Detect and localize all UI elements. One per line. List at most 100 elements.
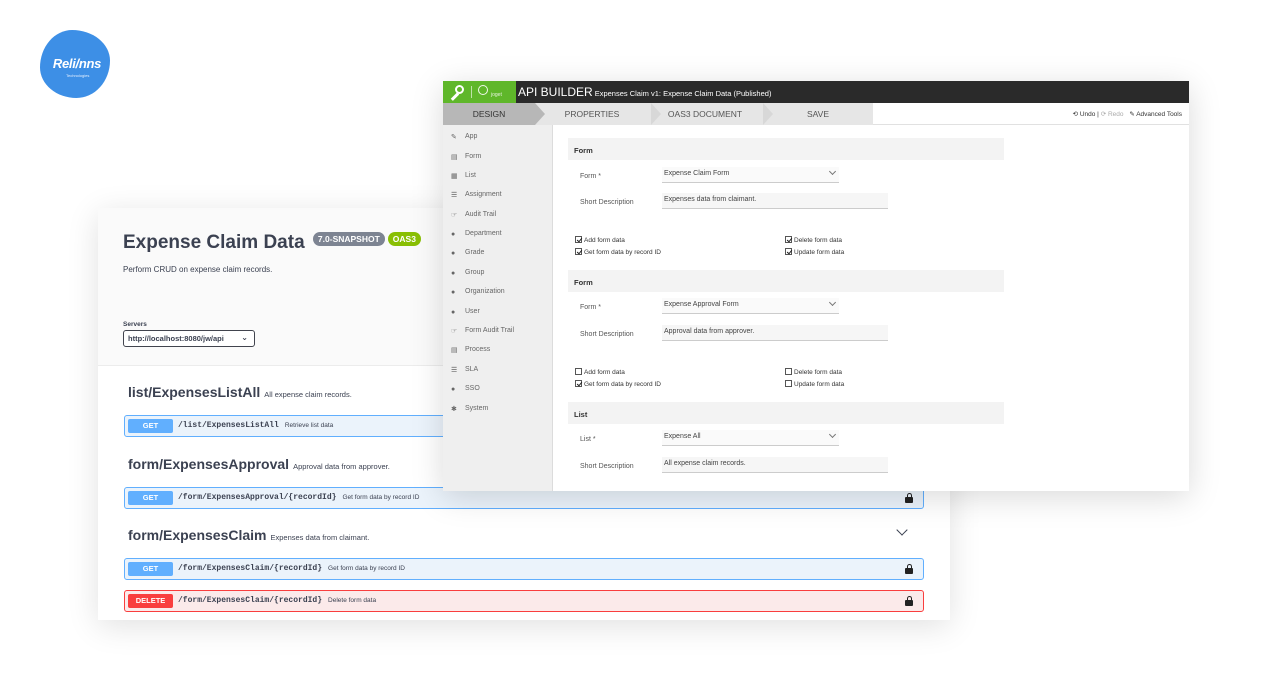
- list-icon: ☰: [451, 192, 458, 199]
- checkbox-box: [575, 380, 582, 387]
- checkbox-add-form-data[interactable]: Add form data: [575, 236, 625, 245]
- form-select[interactable]: Expense Approval Form: [662, 298, 839, 314]
- tab-design[interactable]: DESIGN: [443, 103, 535, 125]
- redo-icon[interactable]: ⟳: [1101, 111, 1106, 118]
- checkbox-update-form-data[interactable]: Update form data: [785, 380, 844, 389]
- section-description: All expense claim records.: [264, 390, 352, 399]
- section-form-expenses-approval[interactable]: form/ExpensesApproval Approval data from …: [128, 456, 390, 472]
- sidebar-item-assignment[interactable]: ☰ Assignment: [451, 189, 502, 201]
- lock-icon[interactable]: [905, 596, 913, 606]
- sidebar-item-list[interactable]: ▦ List: [451, 170, 476, 182]
- sidebar-item-audit-trail[interactable]: ☞ Audit Trail: [451, 209, 496, 221]
- sidebar-item-organization[interactable]: ● Organization: [451, 286, 505, 298]
- users-icon: ●: [451, 250, 456, 257]
- checkbox-label: Add form data: [584, 369, 625, 376]
- checkbox-delete-form-data[interactable]: Delete form data: [785, 236, 842, 245]
- api-builder-window: joget API BUILDER Expenses Claim v1: Expe…: [443, 81, 1189, 491]
- builder-main: Form Form * Expense Claim Form Short Des…: [553, 125, 1189, 491]
- sidebar-item-label: Organization: [465, 288, 505, 295]
- tab-save[interactable]: SAVE: [773, 103, 863, 125]
- short-description-input[interactable]: Approval data from approver.: [662, 325, 888, 341]
- api-title-text: Expense Claim Data: [123, 232, 305, 253]
- checkbox-box: [785, 380, 792, 387]
- short-description-label: Short Description: [580, 199, 634, 206]
- chevron-down-icon: [828, 167, 837, 176]
- panel-header-list: List: [568, 402, 1004, 424]
- user-icon: ●: [451, 309, 456, 316]
- tab-arrow: [763, 103, 773, 125]
- operation-summary: Get form data by record ID: [342, 494, 420, 501]
- undo-icon[interactable]: ⟲: [1073, 111, 1078, 118]
- section-description: Approval data from approver.: [293, 462, 390, 471]
- section-name: list/ExpensesListAll: [128, 384, 261, 400]
- sidebar-item-label: Group: [465, 269, 485, 276]
- actions-divider: |: [1097, 111, 1099, 118]
- list-icon: ☰: [451, 367, 458, 374]
- operation-summary: Get form data by record ID: [328, 565, 405, 572]
- file-icon: ▤: [451, 154, 458, 161]
- operation-get-form-expenses-claim[interactable]: GET /form/ExpensesClaim/{recordId} Get fo…: [124, 558, 924, 580]
- undo-button[interactable]: Undo: [1080, 111, 1096, 118]
- sidebar-item-sla[interactable]: ☰ SLA: [451, 364, 478, 376]
- tab-properties[interactable]: PROPERTIES: [546, 103, 638, 125]
- servers-label: Servers: [123, 321, 147, 328]
- checkbox-add-form-data[interactable]: Add form data: [575, 368, 625, 377]
- wrench-icon[interactable]: ✎: [1129, 111, 1134, 118]
- list-select-label: List *: [580, 436, 596, 443]
- sidebar-item-department[interactable]: ● Department: [451, 228, 502, 240]
- checkbox-label: Get form data by record ID: [584, 249, 661, 256]
- list-select[interactable]: Expense All: [662, 430, 839, 446]
- server-select[interactable]: http://localhost:8080/jw/api ⌄: [123, 330, 255, 347]
- logo-divider: [471, 86, 472, 98]
- operation-path: /form/ExpensesApproval/{recordId} Get for…: [178, 493, 419, 502]
- chevron-down-icon[interactable]: [896, 524, 908, 536]
- pointer-icon: ☞: [451, 212, 458, 219]
- sidebar-item-sso[interactable]: ● SSO: [451, 383, 480, 395]
- lock-icon[interactable]: [905, 493, 913, 503]
- sidebar-item-form[interactable]: ▤ Form: [451, 151, 481, 163]
- section-form-expenses-claim[interactable]: form/ExpensesClaim Expenses data from cla…: [128, 527, 369, 543]
- sidebar-item-label: SLA: [465, 366, 479, 373]
- tab-arrow: [535, 103, 545, 125]
- lock-icon[interactable]: [905, 564, 913, 574]
- builder-nav: DESIGN PROPERTIES OAS3 DOCUMENT SAVE ⟲ U…: [443, 103, 1189, 125]
- section-name: form/ExpensesApproval: [128, 456, 290, 472]
- chevron-down-icon: [828, 298, 837, 307]
- short-description-input[interactable]: Expenses data from claimant.: [662, 193, 888, 209]
- checkbox-delete-form-data[interactable]: Delete form data: [785, 368, 842, 377]
- builder-logo[interactable]: joget: [443, 81, 516, 103]
- sidebar-item-label: Grade: [465, 249, 485, 256]
- checkbox-box: [785, 236, 792, 243]
- advanced-tools-button[interactable]: Advanced Tools: [1136, 111, 1182, 118]
- form-select-label: Form *: [580, 173, 601, 180]
- short-description-label: Short Description: [580, 463, 634, 470]
- tab-oas3-document[interactable]: OAS3 DOCUMENT: [653, 103, 757, 125]
- checkbox-update-form-data[interactable]: Update form data: [785, 248, 844, 257]
- checkbox-label: Update form data: [794, 381, 845, 388]
- sidebar-item-grade[interactable]: ● Grade: [451, 247, 484, 259]
- redo-button[interactable]: Redo: [1108, 111, 1124, 118]
- checkbox-box: [785, 368, 792, 375]
- sidebar-item-process[interactable]: ▤ Process: [451, 344, 490, 356]
- sidebar-item-system[interactable]: ✱ System: [451, 403, 488, 415]
- user-icon: ●: [451, 386, 456, 393]
- file-icon: ▤: [451, 347, 458, 354]
- sidebar-item-user[interactable]: ● User: [451, 306, 480, 318]
- sidebar-item-form-audit-trail[interactable]: ☞ Form Audit Trail: [451, 325, 514, 337]
- form-select[interactable]: Expense Claim Form: [662, 167, 839, 183]
- short-description-input[interactable]: All expense claim records.: [662, 457, 888, 473]
- short-description-label: Short Description: [580, 331, 634, 338]
- operation-delete-form-expenses-claim[interactable]: DELETE /form/ExpensesClaim/{recordId} Del…: [124, 590, 924, 612]
- checkbox-label: Delete form data: [794, 369, 843, 376]
- operation-path: /form/ExpensesClaim/{recordId} Get form d…: [178, 564, 405, 573]
- section-list-expenses-list-all[interactable]: list/ExpensesListAll All expense claim re…: [128, 384, 352, 400]
- sidebar-item-app[interactable]: ✎ App: [451, 131, 477, 143]
- checkbox-get-form-data[interactable]: Get form data by record ID: [575, 248, 661, 257]
- chevron-down-icon: ⌄: [241, 333, 248, 342]
- checkbox-get-form-data[interactable]: Get form data by record ID: [575, 380, 661, 389]
- form-select-label: Form *: [580, 304, 601, 311]
- pointer-icon: ☞: [451, 328, 458, 335]
- operation-path-text: /list/ExpensesListAll: [178, 421, 279, 430]
- sidebar-item-group[interactable]: ● Group: [451, 267, 484, 279]
- checkbox-label: Update form data: [794, 249, 845, 256]
